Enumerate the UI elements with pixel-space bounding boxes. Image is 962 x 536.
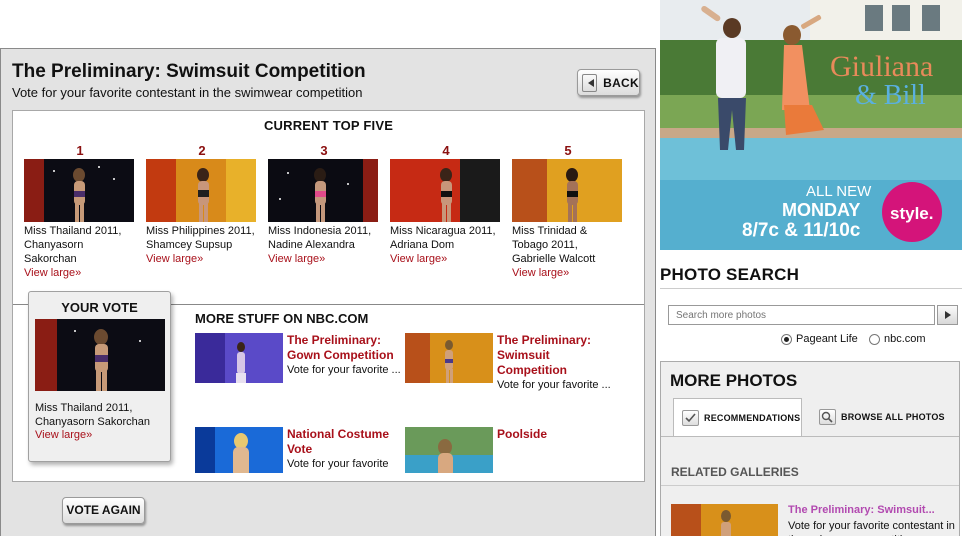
contestant-photo[interactable] [268, 159, 378, 222]
svg-text:& Bill: & Bill [855, 80, 926, 111]
search-go-button[interactable] [937, 305, 958, 325]
contestant-card: 3 Miss Indonesia 2011, Nadine Alexandra … [268, 143, 380, 266]
contestant-photo[interactable] [146, 159, 256, 222]
related-gallery-link[interactable]: The Preliminary: Swimsuit... [788, 504, 935, 516]
more-photos-title: MORE PHOTOS [670, 371, 798, 390]
radio-nbc[interactable]: nbc.com [869, 333, 926, 345]
tab-recommendations[interactable]: RECOMMENDATIONS [673, 398, 802, 436]
contestant-card: 2 Miss Philippines 2011, Shamcey Supsup … [146, 143, 258, 266]
contestant-name: Miss Nicaragua 2011, Adriana Dom [390, 225, 496, 251]
related-gallery-thumbnail[interactable] [671, 504, 778, 536]
more-stuff-title: MORE STUFF ON NBC.COM [195, 311, 369, 326]
contestant-name: Miss Thailand 2011, Chanyasorn Sakorchan [24, 225, 122, 265]
your-vote-card: YOUR VOTE Miss Thailand 2011, Chanyasorn… [28, 291, 171, 462]
more-stuff-thumbnail[interactable] [405, 333, 493, 383]
contestant-name: Miss Indonesia 2011, Nadine Alexandra [268, 225, 372, 251]
back-button[interactable]: BACK [577, 69, 640, 96]
giuliana-bill-ad[interactable]: Giuliana & Bill ALL NEW MONDAY 8/7c & 11… [660, 0, 962, 250]
view-large-link[interactable]: View large» [268, 252, 380, 266]
contestant-card: 1 Miss Thailand 2011, Chanyasorn Sakorch… [24, 143, 136, 280]
contestant-name: Miss Trinidad & Tobago 2011, Gabrielle W… [512, 225, 596, 265]
more-stuff-link[interactable]: The Preliminary: Gown Competition [287, 333, 405, 363]
photo-search-input[interactable] [668, 305, 935, 325]
rank-number: 4 [442, 143, 450, 158]
radio-selected-icon[interactable] [781, 333, 792, 345]
checkmark-icon [682, 409, 699, 426]
magnifier-icon [819, 409, 836, 425]
your-vote-title: YOUR VOTE [61, 300, 138, 315]
rank-number: 1 [76, 143, 84, 158]
svg-text:MONDAY: MONDAY [782, 200, 860, 220]
tab-recommendations-label: RECOMMENDATIONS [704, 412, 801, 423]
contestant-name: Miss Philippines 2011, Shamcey Supsup [146, 225, 255, 251]
more-stuff-description: Vote for your favorite ... [497, 379, 611, 391]
more-stuff-description: Vote for your favorite [287, 458, 389, 470]
more-stuff-item: The Preliminary: Gown Competition Vote f… [195, 333, 405, 393]
voting-panel: The Preliminary: Swimsuit Competition Vo… [0, 48, 656, 536]
more-stuff-description: Vote for your favorite ... [287, 364, 401, 376]
more-stuff-link[interactable]: The Preliminary: Swimsuit Competition [497, 333, 615, 378]
your-vote-photo[interactable] [35, 319, 165, 391]
radio-pageant-life[interactable]: Pageant Life [781, 333, 858, 345]
tab-underline [661, 436, 959, 437]
page-title: The Preliminary: Swimsuit Competition [12, 61, 366, 82]
vote-again-button[interactable]: VOTE AGAIN [62, 497, 145, 524]
contestant-card: 5 Miss Trinidad & Tobago 2011, Gabrielle… [512, 143, 624, 280]
rank-number: 2 [198, 143, 206, 158]
more-stuff-link[interactable]: Poolside [497, 427, 615, 442]
view-large-link[interactable]: View large» [512, 266, 624, 280]
more-stuff-thumbnail[interactable] [405, 427, 493, 473]
rank-number: 5 [564, 143, 572, 158]
top-five-title: CURRENT TOP FIVE [263, 118, 394, 133]
more-stuff-item: National Costume Vote Vote for your favo… [195, 427, 405, 473]
ad-show-title: Giuliana [830, 50, 933, 83]
rank-number: 3 [320, 143, 328, 158]
tab-browse-all-label: BROWSE ALL PHOTOS [841, 412, 945, 422]
your-vote-name: Miss Thailand 2011, Chanyasorn Sakorchan [35, 402, 150, 428]
view-large-link[interactable]: View large» [24, 266, 136, 280]
page-subtitle: Vote for your favorite contestant in the… [12, 85, 363, 100]
radio-nbc-label: nbc.com [884, 333, 926, 345]
related-divider [661, 485, 959, 486]
related-gallery-description: Vote for your favorite contestant in the… [788, 520, 955, 536]
svg-text:ALL NEW: ALL NEW [806, 183, 872, 200]
your-vote-view-large-link[interactable]: View large» [35, 429, 92, 441]
photo-search-title: PHOTO SEARCH [660, 265, 800, 284]
more-stuff-item: The Preliminary: Swimsuit Competition Vo… [405, 333, 615, 403]
tab-browse-all[interactable]: BROWSE ALL PHOTOS [819, 398, 959, 436]
contestant-photo[interactable] [512, 159, 622, 222]
svg-text:8/7c & 11/10c: 8/7c & 11/10c [742, 220, 861, 241]
view-large-link[interactable]: View large» [390, 252, 502, 266]
back-label: BACK [603, 75, 639, 90]
svg-text:style.: style. [890, 204, 933, 223]
more-stuff-item: Poolside [405, 427, 615, 473]
more-photos-box: MORE PHOTOS RECOMMENDATIONS BROWSE ALL P… [660, 361, 960, 536]
contestant-photo[interactable] [24, 159, 134, 222]
view-large-link[interactable]: View large» [146, 252, 258, 266]
related-galleries-title: RELATED GALLERIES [671, 465, 799, 479]
radio-unselected-icon[interactable] [869, 333, 880, 345]
back-arrow-icon [582, 73, 598, 92]
radio-pageant-life-label: Pageant Life [796, 333, 858, 345]
photo-search-divider [660, 288, 962, 289]
more-stuff-thumbnail[interactable] [195, 333, 283, 383]
results-box: CURRENT TOP FIVE 1 Miss Thailand 2011, C… [12, 110, 645, 482]
more-stuff-link[interactable]: National Costume Vote [287, 427, 405, 457]
page: The Preliminary: Swimsuit Competition Vo… [0, 0, 962, 536]
more-stuff-thumbnail[interactable] [195, 427, 283, 473]
contestant-card: 4 Miss Nicaragua 2011, Adriana Dom View … [390, 143, 502, 266]
contestant-photo[interactable] [390, 159, 500, 222]
